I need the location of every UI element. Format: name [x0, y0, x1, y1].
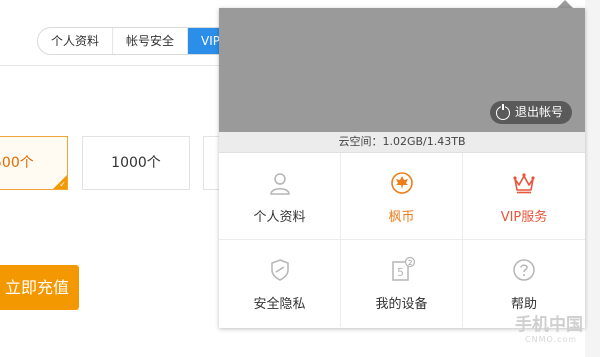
tab-profile[interactable]: 个人资料	[38, 28, 114, 54]
menu-item-profile[interactable]: 个人资料	[219, 153, 341, 240]
account-menu-grid: 个人资料 枫币 VIP服务 安全隐私 5 2 我的设备 帮助	[219, 153, 585, 328]
tab-account-security[interactable]: 帐号安全	[113, 28, 189, 54]
menu-item-label: VIP服务	[500, 210, 548, 225]
recharge-button[interactable]: 立即充值	[0, 265, 79, 310]
menu-item-label: 枫币	[388, 210, 415, 225]
cloud-space-info: 云空间：1.02GB/1.43TB	[219, 132, 585, 153]
shield-icon	[270, 259, 289, 281]
watermark-subtext: CNMO.com	[525, 335, 578, 344]
logout-label: 退出帐号	[514, 105, 563, 119]
device-icon: 5 2	[391, 257, 415, 281]
menu-item-privacy[interactable]: 安全隐私	[219, 240, 341, 327]
account-banner: 退出帐号	[219, 8, 585, 132]
logout-button[interactable]: 退出帐号	[489, 101, 572, 124]
crown-icon	[513, 173, 535, 194]
check-icon: ✓	[59, 180, 66, 189]
power-icon	[495, 103, 510, 120]
amount-option-500[interactable]: 500个 ✓	[0, 136, 68, 190]
page-background: 个人资料 帐号安全 VIP 500个 ✓ 1000个 立即充值 退出帐号 云空间…	[0, 0, 600, 357]
watermark-logo: 手机中国	[515, 315, 583, 335]
amount-option-1000[interactable]: 1000个	[82, 136, 190, 190]
menu-item-label: 个人资料	[253, 210, 306, 225]
amount-option-label: 500个	[0, 155, 34, 171]
user-icon	[269, 173, 290, 195]
amount-option-label: 1000个	[111, 155, 161, 171]
maple-coin-icon	[390, 172, 413, 194]
account-dropdown: 退出帐号 云空间：1.02GB/1.43TB 个人资料 枫币 VIP服务 安全隐…	[219, 8, 585, 328]
help-icon	[513, 259, 535, 281]
dropdown-caret	[557, 0, 573, 8]
menu-item-vip[interactable]: VIP服务	[463, 153, 585, 240]
svg-text:5: 5	[397, 266, 404, 279]
menu-item-devices[interactable]: 5 2 我的设备	[341, 240, 463, 327]
tab-group: 个人资料 帐号安全 VIP	[37, 27, 235, 55]
menu-item-label: 我的设备	[375, 297, 428, 312]
menu-item-label: 安全隐私	[253, 297, 306, 312]
menu-item-coins[interactable]: 枫币	[341, 153, 463, 240]
recharge-button-label: 立即充值	[4, 278, 69, 297]
device-count-badge: 2	[408, 259, 412, 267]
